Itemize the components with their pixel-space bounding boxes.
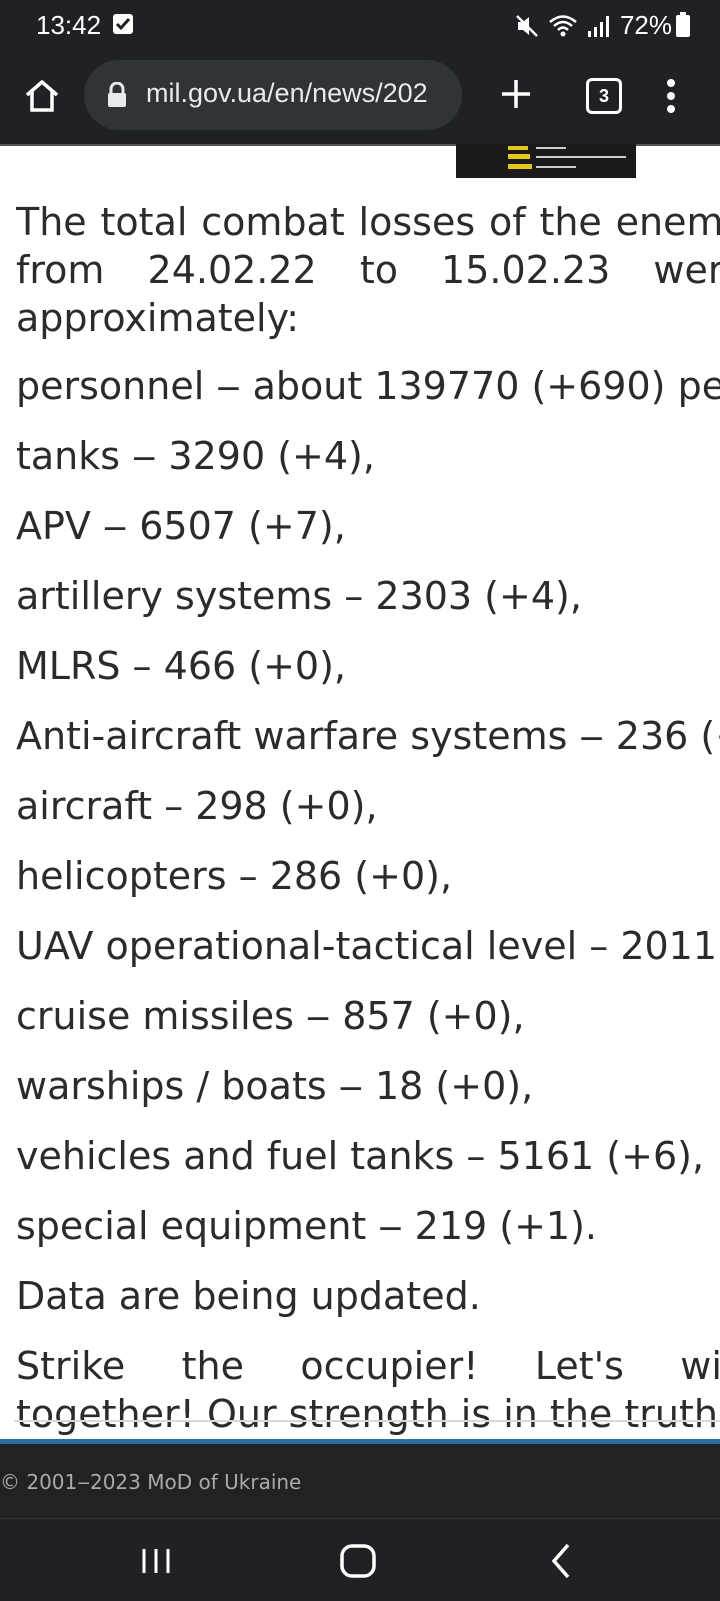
loss-item-vehicles: vehicles and fuel tanks – 5161 (+6), [16, 1134, 705, 1178]
site-footer: © 2001‒2023 MoD of Ukraine [0, 1439, 720, 1523]
battery-icon [676, 12, 690, 37]
plus-icon[interactable] [496, 74, 536, 114]
system-nav-bar [0, 1518, 720, 1601]
status-icons: 72% [514, 10, 672, 41]
update-note: Data are being updated. [16, 1274, 481, 1318]
url-text[interactable]: mil.gov.ua/en/news/202 [146, 78, 428, 109]
article-outro: Strike the occupier! Let's win together!… [16, 1344, 720, 1436]
loss-item-warships: warships / boats ‒ 18 (+0), [16, 1064, 534, 1108]
loss-item-anti-aircraft: Anti-aircraft warfare systems ‒ 236 (+2)… [16, 714, 720, 758]
article-intro: The total combat losses of the enemy fro… [16, 200, 720, 340]
signal-icon [587, 15, 609, 37]
lock-icon [108, 82, 126, 107]
loss-item-personnel: personnel ‒ about 139770 (+690) persons … [16, 364, 720, 408]
loss-item-aircraft: aircraft – 298 (+0), [16, 784, 378, 828]
battery-percent: 72% [619, 10, 672, 40]
news-image [456, 144, 636, 178]
wifi-icon [549, 14, 577, 36]
status-time: 13:42 [36, 10, 102, 40]
mute-icon [516, 14, 538, 37]
more-vert-icon[interactable] [666, 76, 676, 116]
loss-item-special-equipment: special equipment ‒ 219 (+1). [16, 1204, 598, 1248]
home-nav-icon[interactable] [336, 1539, 380, 1583]
footer-copyright: © 2001‒2023 MoD of Ukraine [0, 1470, 302, 1494]
article-body: The total combat losses of the enemy fro… [16, 198, 720, 1460]
loss-item-mlrs: MLRS – 466 (+0), [16, 644, 346, 688]
loss-item-artillery: artillery systems – 2303 (+4), [16, 574, 582, 618]
home-icon[interactable] [22, 76, 62, 116]
address-bar[interactable]: mil.gov.ua/en/news/202 [84, 60, 462, 130]
recent-apps-icon[interactable] [134, 1539, 178, 1583]
tab-switcher-button[interactable]: 3 [586, 78, 622, 114]
loss-item-tanks: tanks ‒ 3290 (+4), [16, 434, 375, 478]
content-divider [14, 1420, 720, 1422]
browser-toolbar: mil.gov.ua/en/news/202 3 [0, 52, 720, 146]
back-icon[interactable] [540, 1539, 584, 1583]
check-notification-icon [113, 14, 133, 34]
loss-item-uav: UAV operational-tactical level – 2011 (+… [16, 924, 720, 968]
loss-item-helicopters: helicopters – 286 (+0), [16, 854, 453, 898]
status-bar: 13:42 72% [0, 0, 720, 52]
loss-item-apv: APV ‒ 6507 (+7), [16, 504, 346, 548]
loss-item-cruise-missiles: cruise missiles ‒ 857 (+0), [16, 994, 525, 1038]
